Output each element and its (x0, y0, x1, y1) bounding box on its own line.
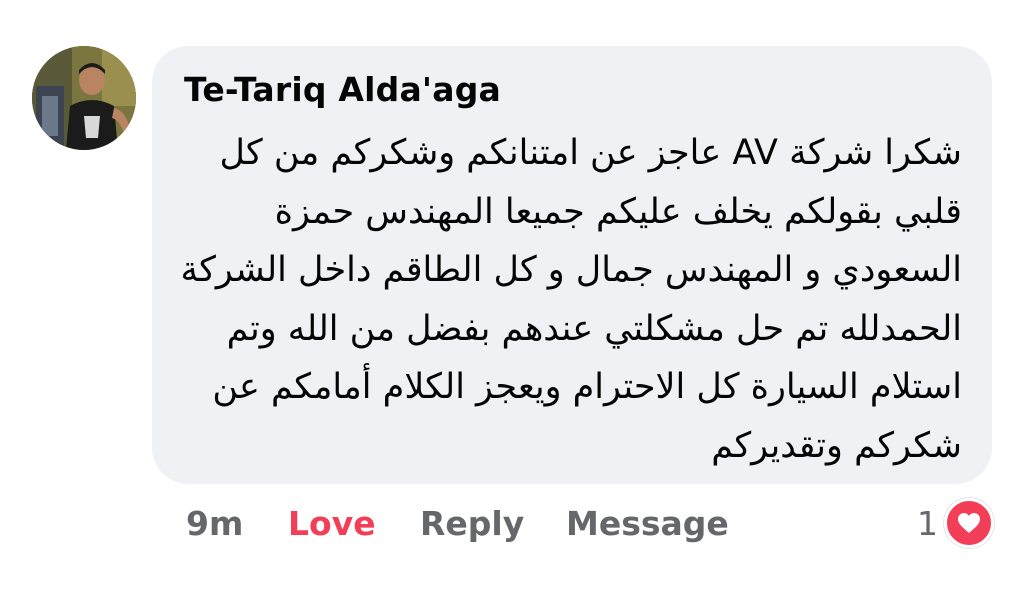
comment-author[interactable]: Te-Tariq Alda'aga (184, 70, 501, 109)
reply-button[interactable]: Reply (420, 504, 524, 543)
comment-text-line: قلبي بقولكم يخلف عليكم جميعا المهندس حمز… (274, 191, 962, 232)
reaction-summary[interactable]: 1 (917, 497, 994, 549)
comment-text-line: الحمدلله تم حل مشكلتي عندهم بفضل من الله… (226, 308, 962, 349)
comment-actions: 9m Love Reply Message (0, 504, 1024, 550)
comment-text-line: شكرا شركة AV عاجز عن امتنانكم وشكركم من … (219, 133, 962, 173)
comment-text: شكرا شركة AV عاجز عن امتنانكم وشكركم من … (180, 124, 962, 475)
heart-icon (944, 498, 994, 548)
reaction-count: 1 (917, 503, 938, 543)
avatar[interactable] (32, 46, 136, 150)
message-button[interactable]: Message (566, 504, 729, 543)
comment-timestamp[interactable]: 9m (186, 504, 243, 543)
comment-text-line: السعودي و المهندس جمال و كل الطاقم داخل … (180, 250, 962, 290)
love-button[interactable]: Love (288, 504, 376, 543)
avatar-photo (32, 46, 136, 150)
comment-bubble: Te-Tariq Alda'aga شكرا شركة AV عاجز عن ا… (152, 46, 992, 484)
comment-text-line: شكركم وتقديركم (711, 425, 962, 466)
comment-view: Te-Tariq Alda'aga شكرا شركة AV عاجز عن ا… (0, 0, 1024, 600)
comment-text-line: استلام السيارة كل الاحترام ويعجز الكلام … (212, 367, 962, 407)
